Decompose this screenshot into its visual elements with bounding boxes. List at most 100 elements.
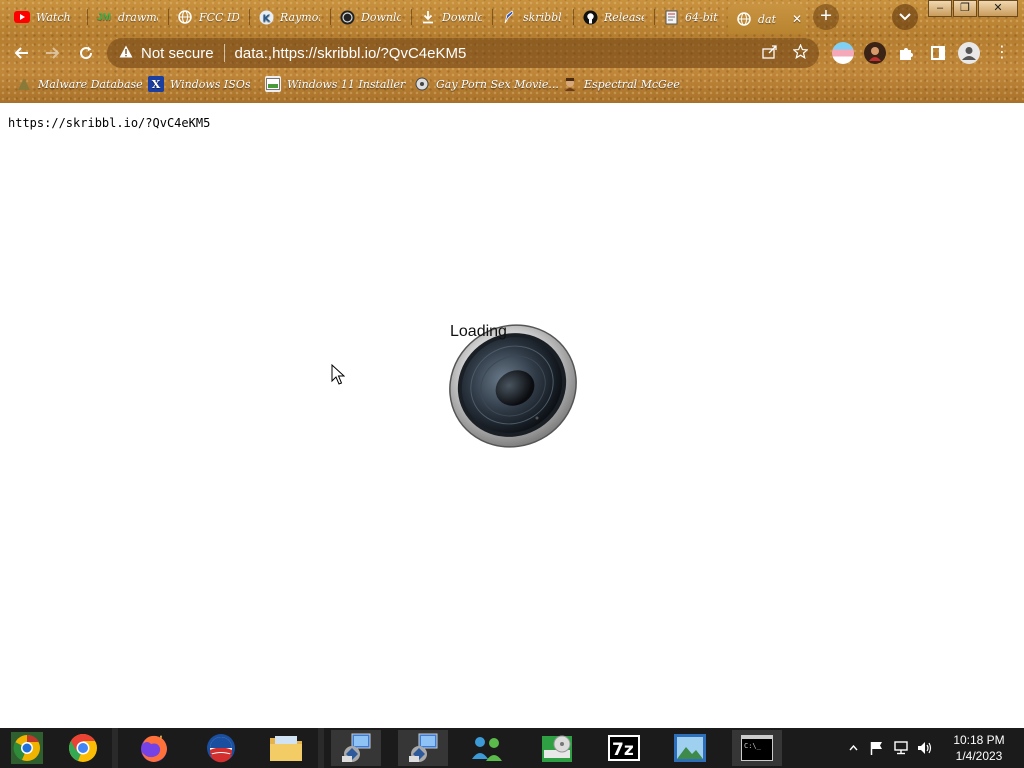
- tab-strip: Watch JM drawma FCC ID K Raymon Downlo: [0, 0, 1024, 34]
- taskbar-7zip[interactable]: 7z: [599, 730, 649, 766]
- new-tab-button[interactable]: +: [813, 4, 839, 30]
- browser-chrome: Watch JM drawma FCC ID K Raymon Downlo: [0, 0, 1024, 103]
- tab-label: Raymon: [280, 10, 320, 24]
- tab-download-obs[interactable]: Downlo: [331, 4, 409, 30]
- tab-label: Downlo: [361, 10, 401, 24]
- installer-icon: [265, 76, 281, 92]
- page-content: https://skribbl.io/?QvC4eKM5 Loading: [0, 103, 1024, 728]
- reload-button[interactable]: [73, 40, 99, 66]
- bookmark-windows-isos[interactable]: X Windows ISOs: [148, 72, 250, 96]
- url-text[interactable]: data:,https://skribbl.io/?QvC4eKM5: [235, 45, 467, 62]
- flag-extension-icon[interactable]: [832, 42, 854, 64]
- clock-time: 10:18 PM: [953, 733, 1005, 747]
- network-icon[interactable]: [890, 728, 912, 768]
- bookmark-label: Windows 11 Installer: [287, 77, 406, 91]
- clock-date: 1/4/2023: [955, 749, 1003, 763]
- bookmark-windows-11-installer[interactable]: Windows 11 Installer: [265, 72, 405, 96]
- tab-label: Release: [604, 10, 644, 24]
- browser-toolbar: Not secure data:,https://skribbl.io/?QvC…: [0, 36, 1024, 70]
- tab-label: Downlo: [442, 10, 482, 24]
- volume-icon[interactable]: [914, 728, 936, 768]
- tray-overflow-chevron-icon[interactable]: [846, 728, 860, 768]
- loading-text: Loading: [450, 323, 507, 340]
- taskbar-network-users[interactable]: [462, 730, 512, 766]
- bookmark-star-icon[interactable]: [792, 43, 809, 63]
- taskbar-photo-viewer[interactable]: [665, 730, 715, 766]
- obs-icon: [339, 9, 355, 25]
- bookmark-espectral-mcgee[interactable]: Espectral McGee: [562, 72, 680, 96]
- bookmark-label: Windows ISOs: [170, 77, 251, 91]
- restore-button[interactable]: ❐: [953, 0, 977, 17]
- warning-icon[interactable]: [119, 45, 133, 61]
- side-panel-icon[interactable]: [927, 42, 949, 64]
- tab-64-bit[interactable]: 64-bit: [655, 4, 727, 30]
- close-window-button[interactable]: ✕: [978, 0, 1018, 17]
- globe-icon: [177, 9, 193, 25]
- omnibox-divider: [223, 44, 225, 62]
- taskbar-file-explorer[interactable]: [261, 730, 311, 766]
- share-icon[interactable]: [762, 44, 778, 63]
- taskbar-firefox[interactable]: [129, 730, 179, 766]
- tab-download[interactable]: Downlo: [412, 4, 490, 30]
- forward-button[interactable]: [40, 40, 66, 66]
- film-icon: [414, 76, 430, 92]
- tab-label: skribbl: [523, 10, 562, 24]
- svg-text:K: K: [262, 13, 271, 24]
- clock[interactable]: 10:18 PM 1/4/2023: [940, 732, 1018, 764]
- x-icon: X: [148, 76, 164, 92]
- tab-label: Watch: [36, 10, 71, 24]
- bookmark-label: Espectral McGee: [584, 77, 680, 91]
- taskbar: 7z C:\_ 10:18 PM 1/4/2023: [0, 728, 1024, 768]
- svg-text:7z: 7z: [612, 740, 634, 760]
- tab-label: 64-bit: [685, 10, 718, 24]
- taskbar-separator: [318, 728, 324, 768]
- download-icon: [420, 9, 436, 25]
- puzzle-icon[interactable]: [895, 42, 917, 64]
- bookmark-malware-database[interactable]: Malware Database: [16, 72, 143, 96]
- pencil-icon: [501, 9, 517, 25]
- globe-icon: [736, 11, 752, 27]
- page-url-text: https://skribbl.io/?QvC4eKM5: [8, 116, 211, 130]
- github-icon: [582, 9, 598, 25]
- jm-icon: JM: [97, 11, 111, 23]
- tab-raymon[interactable]: K Raymon: [250, 4, 328, 30]
- minimize-button[interactable]: –: [928, 0, 952, 17]
- k-logo-icon: K: [258, 9, 274, 25]
- security-label[interactable]: Not secure: [141, 45, 214, 62]
- action-center-flag-icon[interactable]: [866, 728, 886, 768]
- bookmark-movie[interactable]: Gay Porn Sex Movie...: [414, 72, 559, 96]
- tab-label: dat: [758, 12, 777, 26]
- tab-label: drawma: [118, 10, 158, 24]
- taskbar-remote-desktop-1[interactable]: [331, 730, 381, 766]
- tab-watch[interactable]: Watch: [6, 4, 84, 30]
- taskbar-chrome[interactable]: [58, 730, 108, 766]
- tab-drawma[interactable]: JM drawma: [88, 4, 166, 30]
- taskbar-separator: [112, 728, 118, 768]
- svg-text:C:\_: C:\_: [744, 742, 762, 750]
- taskbar-chrome-canary[interactable]: [2, 730, 52, 766]
- malware-icon: [16, 76, 32, 92]
- avatar-icon: [562, 76, 578, 92]
- profile-extension-icon[interactable]: [864, 42, 886, 64]
- taskbar-remote-desktop-2[interactable]: [398, 730, 448, 766]
- back-button[interactable]: [8, 40, 34, 66]
- youtube-icon: [14, 9, 30, 25]
- menu-kebab-icon[interactable]: ⋮: [991, 42, 1013, 64]
- account-avatar-icon[interactable]: [958, 42, 980, 64]
- document-icon: [663, 9, 679, 25]
- mouse-cursor-icon: [331, 364, 345, 385]
- tab-fcc-id[interactable]: FCC ID: [169, 4, 247, 30]
- address-bar[interactable]: Not secure data:,https://skribbl.io/?QvC…: [107, 38, 819, 68]
- taskbar-obama[interactable]: [196, 730, 246, 766]
- tab-label: FCC ID: [199, 10, 239, 24]
- taskbar-disk-image[interactable]: [532, 730, 582, 766]
- tab-search-button[interactable]: [892, 4, 918, 30]
- tab-data-active[interactable]: dat ✕: [728, 4, 806, 34]
- bookmark-label: Gay Porn Sex Movie...: [436, 77, 559, 91]
- bookmark-label: Malware Database: [38, 77, 143, 91]
- tab-release[interactable]: Release: [574, 4, 652, 30]
- taskbar-command-prompt[interactable]: C:\_: [732, 730, 782, 766]
- bookmarks-bar: Malware Database X Windows ISOs Windows …: [0, 72, 1024, 96]
- close-tab-icon[interactable]: ✕: [792, 12, 802, 26]
- tab-skribbl[interactable]: skribbl: [493, 4, 571, 30]
